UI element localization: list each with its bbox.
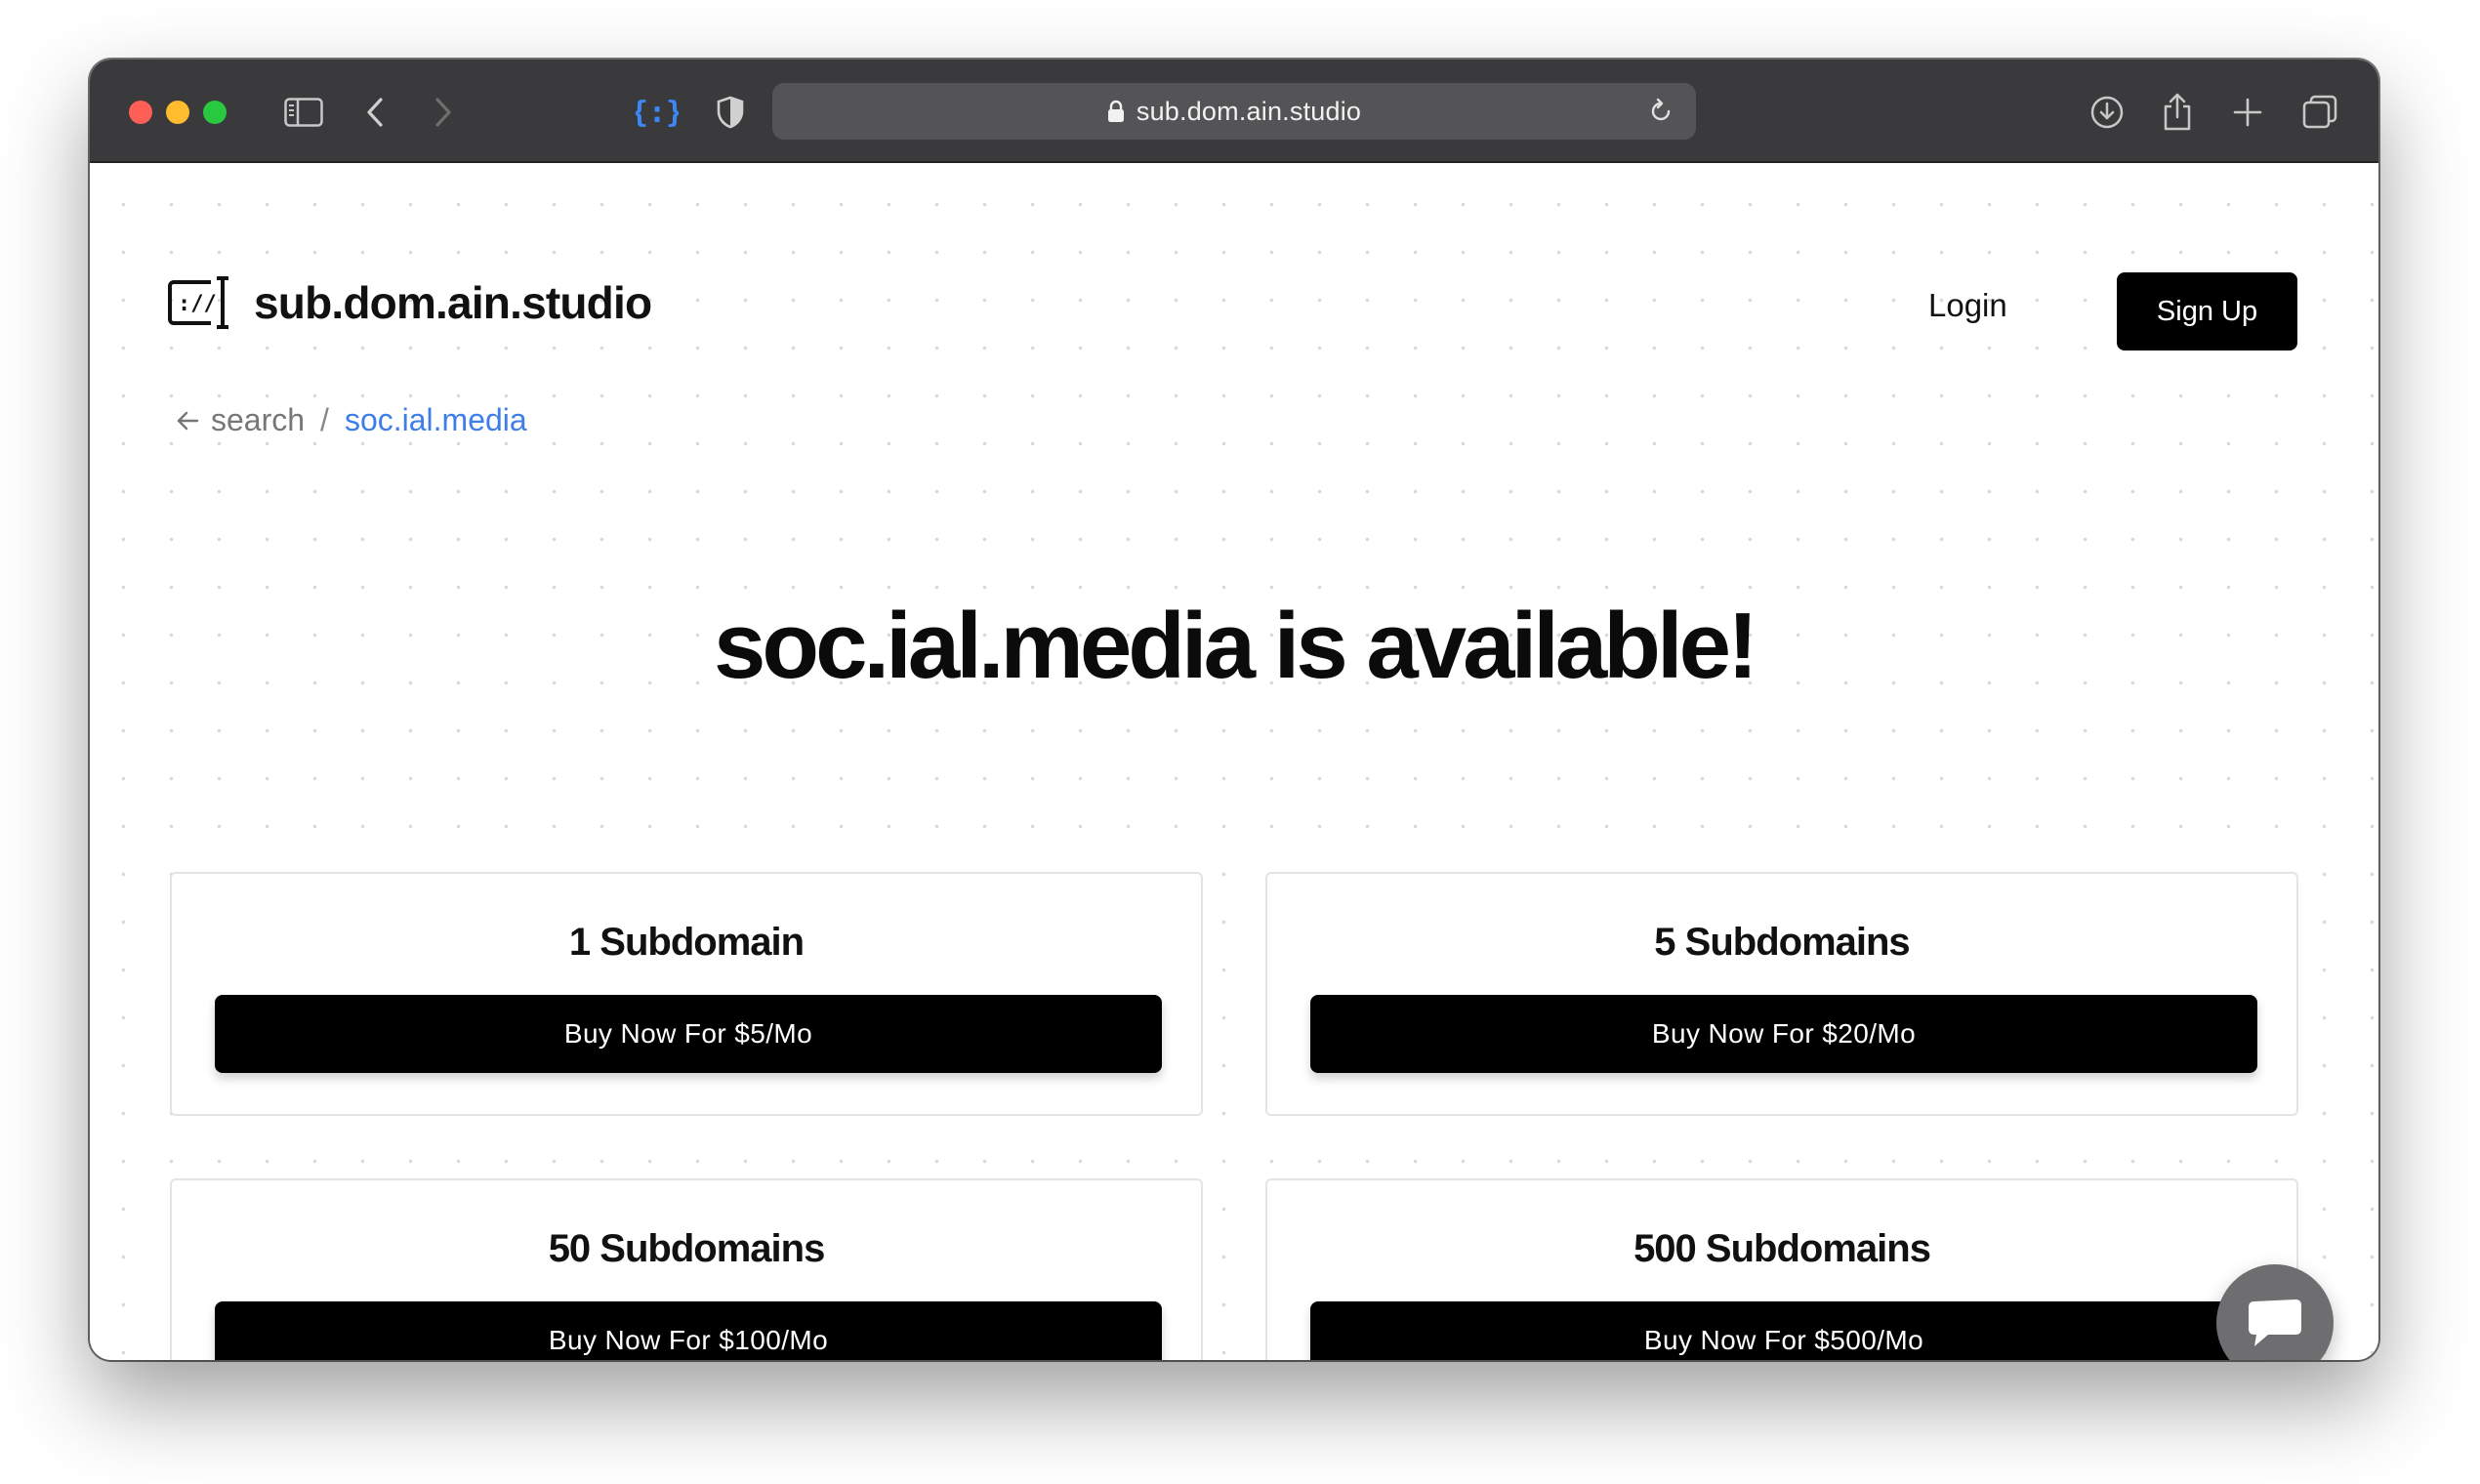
address-url: sub.dom.ain.studio xyxy=(1136,96,1362,126)
plan-title: 5 Subdomains xyxy=(1654,921,1910,964)
buy-plan-5-button[interactable]: Buy Now For $20/Mo xyxy=(1310,995,2257,1073)
brand-name: sub.dom.ain.studio xyxy=(254,277,652,328)
breadcrumb-back-link[interactable]: search xyxy=(176,402,305,438)
buy-plan-1-button[interactable]: Buy Now For $5/Mo xyxy=(215,995,1162,1073)
braces-extension-icon[interactable]: {:} xyxy=(632,87,682,138)
plus-icon[interactable] xyxy=(2228,87,2267,138)
arrow-left-icon xyxy=(177,411,199,430)
plan-title: 500 Subdomains xyxy=(1633,1227,1931,1270)
plan-title: 50 Subdomains xyxy=(548,1227,826,1270)
breadcrumb-back-label: search xyxy=(211,402,306,437)
svg-text:{:}: {:} xyxy=(636,96,679,130)
minimize-window-button[interactable] xyxy=(166,101,189,124)
plan-card-1: 1 Subdomain Buy Now For $5/Mo xyxy=(170,872,1203,1116)
breadcrumb: search / soc.ial.media xyxy=(176,402,527,438)
buy-plan-50-button[interactable]: Buy Now For $100/Mo xyxy=(215,1301,1162,1360)
svg-text:://: :// xyxy=(178,292,217,316)
chevron-right-icon[interactable] xyxy=(424,87,463,138)
share-icon[interactable] xyxy=(2158,87,2197,138)
sign-up-button[interactable]: Sign Up xyxy=(2117,272,2297,350)
sidebar-icon[interactable] xyxy=(278,87,329,138)
chevron-left-icon[interactable] xyxy=(355,87,394,138)
brand-logo-icon: :// xyxy=(168,276,228,329)
plan-title: 1 Subdomain xyxy=(568,921,805,964)
address-bar[interactable]: sub.dom.ain.studio xyxy=(772,83,1696,140)
availability-headline: soc.ial.media is available! xyxy=(714,594,1758,698)
login-link[interactable]: Login xyxy=(1928,287,2007,324)
breadcrumb-separator: / xyxy=(320,402,329,437)
shield-icon[interactable] xyxy=(709,87,752,138)
download-icon[interactable] xyxy=(2086,87,2129,138)
browser-toolbar: {:} sub.dom.ain.studio xyxy=(90,60,2378,163)
plan-card-50: 50 Subdomains Buy Now For $100/Mo xyxy=(170,1178,1203,1360)
browser-window: {:} sub.dom.ain.studio xyxy=(90,60,2378,1360)
zoom-window-button[interactable] xyxy=(203,101,227,124)
buy-plan-500-button[interactable]: Buy Now For $500/Mo xyxy=(1310,1301,2257,1360)
chat-icon xyxy=(2249,1299,2301,1346)
plan-card-500: 500 Subdomains Buy Now For $500/Mo xyxy=(1265,1178,2298,1360)
brand[interactable]: :// sub.dom.ain.studio xyxy=(168,274,652,331)
screen: {:} sub.dom.ain.studio xyxy=(0,0,2480,1484)
breadcrumb-current[interactable]: soc.ial.media xyxy=(345,402,527,438)
tabs-overview-icon[interactable] xyxy=(2300,87,2339,138)
reload-icon[interactable] xyxy=(1647,98,1674,132)
close-window-button[interactable] xyxy=(129,101,152,124)
lock-icon xyxy=(1107,100,1125,123)
plan-card-5: 5 Subdomains Buy Now For $20/Mo xyxy=(1265,872,2298,1116)
web-page: :// sub.dom.ain.studio Login Sign Up sea… xyxy=(90,163,2378,1360)
